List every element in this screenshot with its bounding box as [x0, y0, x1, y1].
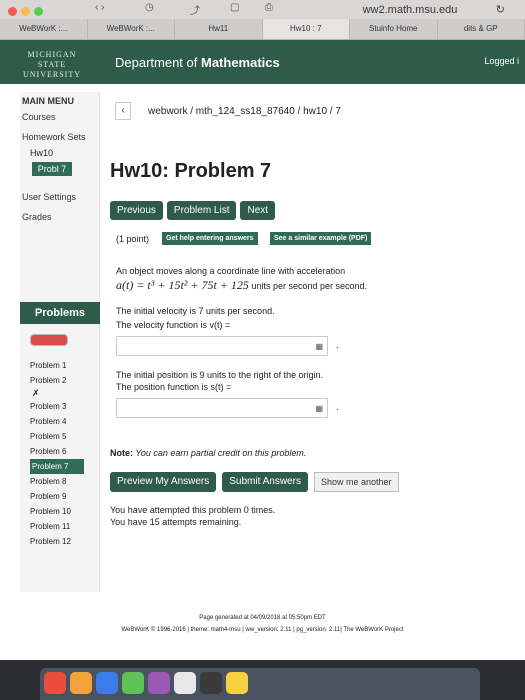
minimize-window-icon[interactable]: [21, 7, 30, 16]
tab-webwork-2[interactable]: WeBWorK :...: [87, 19, 175, 39]
maximize-window-icon[interactable]: [34, 7, 43, 16]
tab-hw10[interactable]: Hw10 : 7: [262, 19, 350, 39]
tab-credits[interactable]: dits & GP: [437, 19, 525, 39]
note-label: Note:: [110, 448, 133, 458]
logged-in-status: Logged i: [484, 56, 519, 66]
dock: [40, 668, 480, 700]
position-prompt: The position function is s(t) =: [116, 382, 232, 392]
footer-credits: WeBWorK © 1996-2016 | theme: math4-msu |…: [121, 627, 404, 633]
help-entering-answers-button[interactable]: Get help entering answers: [162, 232, 258, 245]
submit-actions: Preview My Answers Submit Answers Show m…: [110, 472, 399, 492]
footer-generated: Page generated at 04/09/2018 at 05:50pm …: [199, 615, 326, 621]
problem-link-7[interactable]: Problem 7: [30, 459, 84, 474]
velocity-answer-input[interactable]: ▦: [116, 336, 328, 356]
app-icon[interactable]: [96, 672, 118, 694]
problem-text-intro: An object moves along a coordinate line …: [116, 266, 346, 276]
matrix-icon[interactable]: ▦: [315, 342, 323, 351]
tab-hw11[interactable]: Hw11: [175, 19, 263, 39]
problem-link-6[interactable]: Problem 6: [30, 444, 96, 459]
problem-nav: Previous Problem List Next: [110, 201, 276, 220]
app-icon[interactable]: [200, 672, 222, 694]
problem-link-5[interactable]: Problem 5: [30, 429, 96, 444]
browser-chrome: ‹ › ◷ ⤴ ▢ ⎙ ww2.math.msu.edu ↻ WeBWorK :…: [0, 0, 525, 40]
sidebar-item-grades[interactable]: Grades: [20, 210, 99, 224]
problem-link-11[interactable]: Problem 11: [30, 519, 96, 534]
problems-heading: Problems: [20, 302, 100, 324]
url-bar[interactable]: ww2.math.msu.edu: [300, 2, 520, 18]
problem-link-1[interactable]: Problem 1: [30, 358, 96, 373]
history-icon[interactable]: ◷: [145, 2, 154, 16]
dept-name: Mathematics: [201, 55, 280, 70]
app-icon[interactable]: [226, 672, 248, 694]
similar-example-button[interactable]: See a similar example (PDF): [270, 232, 372, 245]
position-answer-input[interactable]: ▦: [116, 398, 328, 418]
points-label: (1 point): [116, 234, 150, 244]
sidebar-item-homework-sets[interactable]: Homework Sets: [20, 130, 99, 144]
sidebar-item-courses[interactable]: Courses: [20, 110, 99, 124]
share-icon[interactable]: ⤴: [190, 2, 200, 17]
problem-link-9[interactable]: Problem 9: [30, 489, 96, 504]
velocity-prompt: The velocity function is v(t) =: [116, 320, 231, 330]
site-header: MICHIGAN STATE UNIVERSITY Department of …: [0, 40, 525, 84]
back-chevron-icon[interactable]: ‹: [115, 102, 131, 120]
acceleration-line: a(t) = t³ + 15t² + 75t + 125 units per s…: [116, 278, 367, 293]
partial-credit-note: Note: You can earn partial credit on thi…: [110, 448, 306, 458]
window-controls: [8, 7, 43, 16]
problem-link-12[interactable]: Problem 12: [30, 534, 96, 549]
app-icon[interactable]: [44, 672, 66, 694]
department-title: Department of Mathematics: [115, 55, 280, 70]
app-icon[interactable]: [148, 672, 170, 694]
logo-line2: UNIVERSITY: [23, 70, 81, 79]
initial-position-text: The initial position is 9 units to the r…: [116, 370, 324, 380]
problem-link-3[interactable]: Problem 3: [30, 399, 96, 414]
problem-link-8[interactable]: Problem 8: [30, 474, 96, 489]
close-window-icon[interactable]: [8, 7, 17, 16]
sidebar-item-active-problem[interactable]: Probl 7: [32, 162, 72, 176]
sidebar: MAIN MENU Courses Homework Sets Hw10 Pro…: [20, 92, 100, 592]
app-icon[interactable]: [174, 672, 196, 694]
main-menu-heading: MAIN MENU: [22, 96, 74, 106]
acceleration-units: units per second per second.: [251, 281, 368, 291]
logo-line1: MICHIGAN STATE: [27, 50, 77, 69]
previous-button[interactable]: Previous: [110, 201, 163, 220]
attempts-info: You have attempted this problem 0 times.…: [110, 504, 275, 528]
page-title: Hw10: Problem 7: [110, 160, 272, 182]
dot-separator: .: [336, 402, 339, 413]
attempts-remaining: You have 15 attempts remaining.: [110, 517, 242, 527]
initial-velocity-text: The initial velocity is 7 units per seco…: [116, 306, 275, 316]
print-icon[interactable]: ⎙: [265, 2, 273, 16]
page-footer: Page generated at 04/09/2018 at 05:50pm …: [0, 612, 525, 636]
next-button[interactable]: Next: [240, 201, 276, 220]
tab-stuinfo[interactable]: Stuinfo Home: [350, 19, 438, 39]
acceleration-formula: a(t) = t³ + 15t² + 75t + 125: [116, 278, 249, 292]
page-body: MAIN MENU Courses Homework Sets Hw10 Pro…: [0, 84, 525, 660]
progress-bar: [30, 334, 68, 346]
problem-link-4[interactable]: Problem 4: [30, 414, 96, 429]
dot-separator: .: [336, 340, 339, 351]
dept-prefix: Department of: [115, 55, 198, 70]
matrix-icon[interactable]: ▦: [315, 404, 323, 413]
incorrect-mark-icon: ✗: [32, 388, 40, 398]
problem-list: Problem 1 Problem 2 ✗ Problem 3 Problem …: [30, 358, 96, 549]
sidebar-item-hw10[interactable]: Hw10: [30, 148, 99, 158]
preview-answers-button[interactable]: Preview My Answers: [110, 472, 217, 492]
back-forward-icon[interactable]: ‹ ›: [95, 2, 104, 16]
attempts-count: You have attempted this problem 0 times.: [110, 505, 276, 515]
problem-list-button[interactable]: Problem List: [166, 201, 237, 220]
tab-bar: WeBWorK :... WeBWorK :... Hw11 Hw10 : 7 …: [0, 19, 525, 39]
problem-link-2[interactable]: Problem 2: [30, 373, 96, 388]
problem-link-10[interactable]: Problem 10: [30, 504, 96, 519]
reload-icon[interactable]: ↻: [496, 3, 505, 16]
note-text: You can earn partial credit on this prob…: [133, 448, 307, 458]
sidebar-icon[interactable]: ▢: [230, 2, 239, 16]
breadcrumb: webwork / mth_124_ss18_87640 / hw10 / 7: [148, 106, 341, 117]
msu-logo[interactable]: MICHIGAN STATE UNIVERSITY: [12, 50, 92, 80]
app-icon[interactable]: [122, 672, 144, 694]
submit-answers-button[interactable]: Submit Answers: [222, 472, 308, 492]
tab-webwork-1[interactable]: WeBWorK :...: [0, 19, 88, 39]
show-another-button[interactable]: Show me another: [313, 472, 399, 492]
app-icon[interactable]: [70, 672, 92, 694]
sidebar-item-user-settings[interactable]: User Settings: [20, 190, 99, 204]
